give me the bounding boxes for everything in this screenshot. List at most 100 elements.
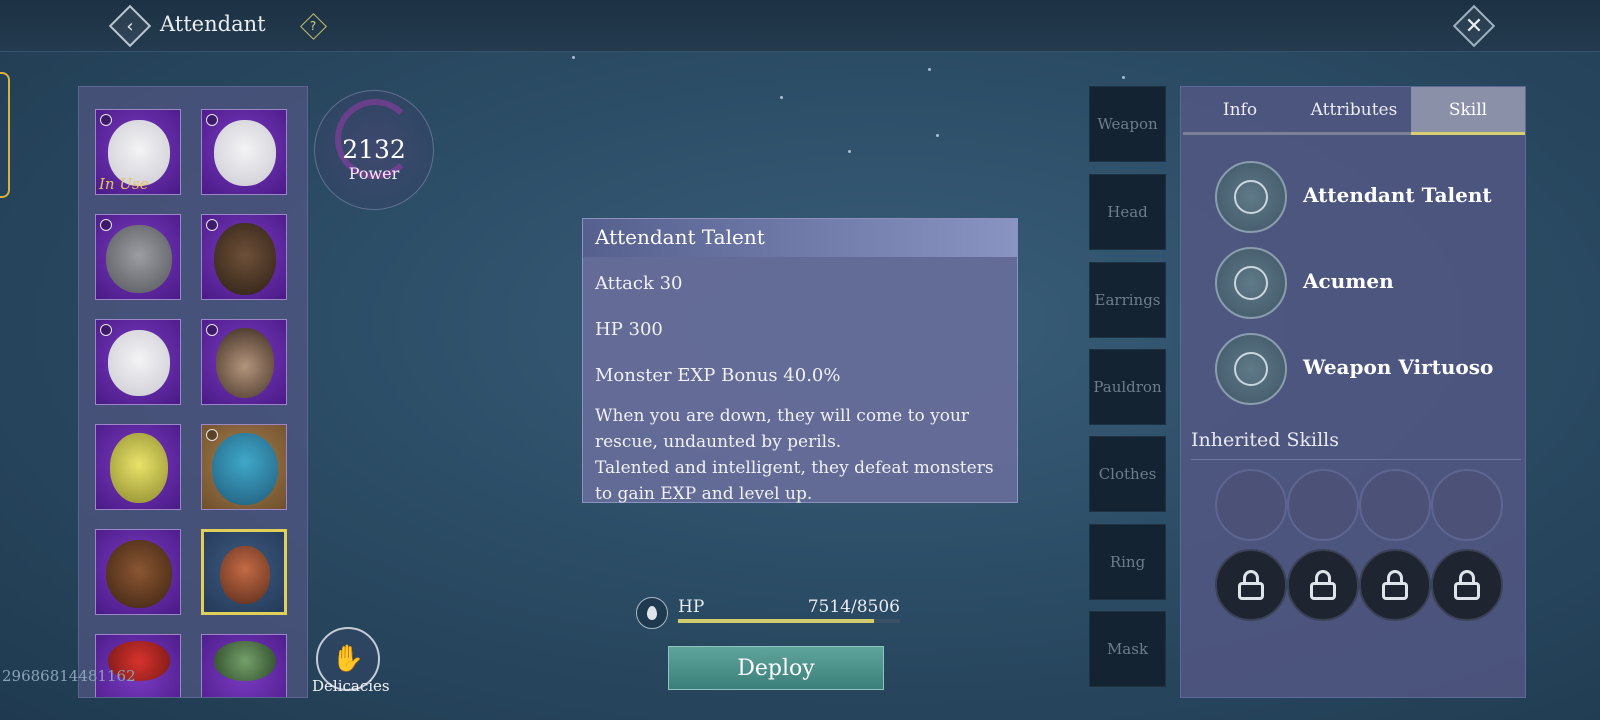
question-mark-icon: ? [309, 19, 317, 33]
detail-tabs: Info Attributes Skill [1181, 87, 1527, 135]
inherited-skill-slot-locked[interactable] [1431, 549, 1503, 621]
top-bar: ‹ Attendant ? ✕ [0, 0, 1600, 52]
lock-icon [206, 219, 218, 231]
attendant-slot[interactable] [95, 634, 181, 697]
side-tab-edge[interactable] [0, 72, 10, 198]
acumen-icon [1215, 247, 1287, 319]
attendant-slot-chimpanzee[interactable] [201, 319, 287, 405]
attendant-portrait [214, 641, 276, 681]
attendant-slot-tabby-cat[interactable] [95, 214, 181, 300]
close-x-icon: ✕ [1464, 13, 1484, 39]
attendant-slot-arctic-fox[interactable] [201, 109, 287, 195]
lock-icon [100, 114, 112, 126]
hp-bar [678, 619, 900, 623]
attendant-slot-bison[interactable] [201, 214, 287, 300]
tooltip-description-line: Talented and intelligent, they defeat mo… [595, 458, 994, 504]
tabby-cat-portrait [106, 225, 172, 293]
lock-icon [1238, 570, 1264, 600]
tooltip-hp: HP 300 [595, 319, 663, 340]
equip-slot-weapon[interactable]: Weapon [1089, 86, 1166, 162]
in-use-badge: In Use [99, 175, 149, 193]
tooltip-attack: Attack 30 [595, 273, 683, 294]
deploy-button[interactable]: Deploy [668, 646, 884, 690]
lock-icon [206, 429, 218, 441]
lock-icon [206, 114, 218, 126]
inherited-skills-title: Inherited Skills [1191, 429, 1339, 451]
inherited-skill-slot[interactable] [1431, 469, 1503, 541]
arctic-fox-portrait [108, 330, 170, 396]
talent-icon [1215, 161, 1287, 233]
star-decoration [928, 68, 931, 71]
lock-icon [1454, 570, 1480, 600]
attendant-slot-red-panda[interactable] [201, 529, 287, 615]
equip-slot-pauldron[interactable]: Pauldron [1089, 349, 1166, 425]
skill-acumen[interactable]: Acumen [1215, 247, 1515, 321]
skill-weapon-virtuoso[interactable]: Weapon Virtuoso [1215, 333, 1515, 407]
attendant-slot-blonde-sprite[interactable] [95, 424, 181, 510]
star-decoration [1122, 76, 1125, 79]
chimpanzee-portrait [216, 328, 274, 398]
inherited-skill-slot[interactable] [1287, 469, 1359, 541]
bison-portrait [214, 223, 276, 295]
inherited-skill-slot-locked[interactable] [1359, 549, 1431, 621]
hp-value: 7514/8506 [807, 597, 900, 617]
attendant-slot-arctic-fox[interactable]: In Use [95, 109, 181, 195]
attendant-slot-arctic-fox[interactable] [95, 319, 181, 405]
star-decoration [780, 96, 783, 99]
lock-icon [1382, 570, 1408, 600]
power-value: 2132 [342, 135, 406, 164]
power-label: Power [348, 164, 400, 183]
details-panel: Info Attributes Skill Attendant Talent A… [1180, 86, 1526, 698]
hp-drop-icon [636, 597, 668, 629]
tab-attributes[interactable]: Attributes [1297, 87, 1411, 135]
hp-label: HP [678, 597, 705, 617]
skill-attendant-talent[interactable]: Attendant Talent [1215, 161, 1515, 235]
tab-info[interactable]: Info [1183, 87, 1297, 135]
help-button[interactable]: ? [299, 12, 327, 40]
page-title: Attendant [160, 12, 266, 36]
lock-icon [100, 324, 112, 336]
equip-slot-clothes[interactable]: Clothes [1089, 436, 1166, 512]
equip-slot-earrings[interactable]: Earrings [1089, 262, 1166, 338]
skill-name: Weapon Virtuoso [1303, 355, 1494, 379]
star-decoration [572, 56, 575, 59]
tooltip-description: When you are down, they will come to you… [595, 403, 1007, 507]
back-button[interactable]: ‹ [108, 4, 152, 48]
star-decoration [936, 134, 939, 137]
inherited-skill-slot-locked[interactable] [1215, 549, 1287, 621]
skill-name: Acumen [1303, 269, 1394, 293]
inherited-skill-slot[interactable] [1215, 469, 1287, 541]
red-panda-portrait [220, 546, 270, 604]
macaw-portrait [212, 433, 278, 505]
star-decoration [848, 150, 851, 153]
lock-icon [1310, 570, 1336, 600]
power-badge: 2132 Power [314, 90, 434, 210]
tooltip-description-line: When you are down, they will come to you… [595, 406, 970, 452]
inherited-skill-slot-locked[interactable] [1287, 549, 1359, 621]
equip-slot-ring[interactable]: Ring [1089, 524, 1166, 600]
weapon-virtuoso-icon [1215, 333, 1287, 405]
hp-bar-fill [678, 619, 875, 623]
player-uid: 2968681448116​2 [2, 667, 136, 685]
attendant-slot-bear[interactable] [95, 529, 181, 615]
attendant-slot[interactable] [201, 634, 287, 697]
arctic-fox-portrait [214, 120, 276, 186]
tooltip-title: Attendant Talent [583, 219, 1017, 257]
tab-skill[interactable]: Skill [1411, 87, 1525, 135]
equip-slot-head[interactable]: Head [1089, 174, 1166, 250]
close-button[interactable]: ✕ [1452, 4, 1496, 48]
divider [1191, 459, 1521, 460]
talent-tooltip: Attendant Talent Attack 30 HP 300 Monste… [582, 218, 1018, 504]
equip-slot-mask[interactable]: Mask [1089, 611, 1166, 687]
inherited-skill-slot[interactable] [1359, 469, 1431, 541]
bear-portrait [106, 540, 172, 608]
tooltip-exp-bonus: Monster EXP Bonus 40.0% [595, 365, 841, 386]
attendant-list[interactable]: In Use [78, 86, 308, 698]
attendant-slot-macaw[interactable] [201, 424, 287, 510]
lock-icon [206, 324, 218, 336]
skill-name: Attendant Talent [1303, 183, 1492, 207]
blonde-sprite-portrait [110, 433, 168, 503]
food-tray-icon: ✋ [331, 644, 365, 674]
lock-icon [100, 219, 112, 231]
chevron-left-icon: ‹ [126, 15, 134, 37]
